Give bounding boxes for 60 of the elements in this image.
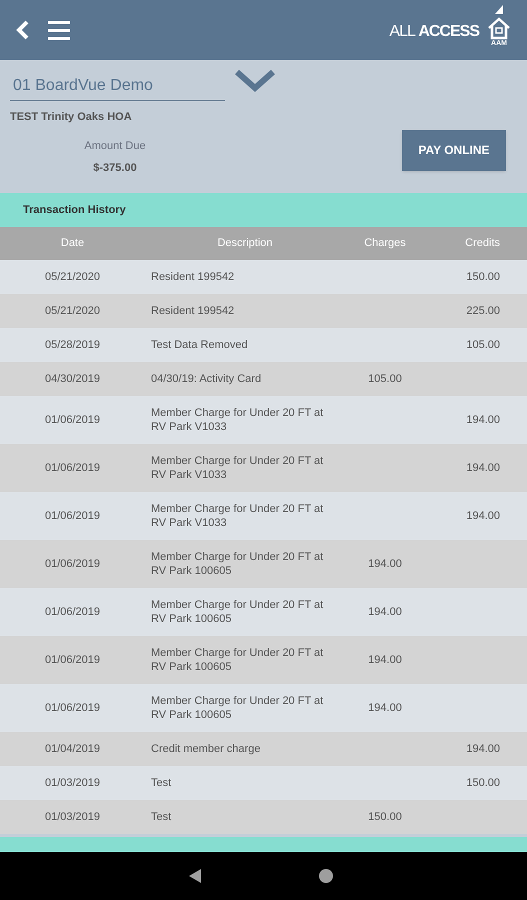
- chevron-down-icon[interactable]: [235, 68, 275, 92]
- table-cell-text: 194.00: [367, 653, 403, 667]
- table-cell-text: Test: [150, 776, 172, 790]
- table-cell-text: 04/30/19: Activity Card: [150, 372, 262, 386]
- back-nav-icon[interactable]: [188, 869, 200, 883]
- table-cell-text: 05/28/2019: [44, 338, 102, 352]
- pay-online-button[interactable]: PAY ONLINE: [402, 130, 506, 170]
- column-header: Credits: [464, 236, 501, 252]
- table-cell-text: 150.00: [465, 776, 501, 790]
- table-cell-text: Resident 199542: [150, 304, 236, 318]
- table-cell-text: Test: [150, 810, 172, 824]
- table-cell-text: Member Charge for Under 20 FT at RV Park 100605: [150, 694, 324, 722]
- home-nav-icon[interactable]: [318, 869, 332, 883]
- table-cell-text: 01/06/2019: [44, 509, 102, 523]
- table-cell-text: 194.00: [465, 509, 501, 523]
- table-cell-text: 01/06/2019: [44, 605, 102, 619]
- table-cell-text: 194.00: [367, 701, 403, 715]
- table-cell-text: 01/06/2019: [44, 557, 102, 571]
- back-icon[interactable]: [16, 20, 30, 40]
- amount-value: $-375.00: [93, 161, 137, 176]
- table-cell-text: 194.00: [367, 557, 403, 571]
- table-cell-text: 01/03/2019: [44, 810, 102, 824]
- table-cell-text: Credit member charge: [150, 742, 262, 756]
- column-header: Date: [60, 236, 86, 252]
- table-cell-text: 05/21/2020: [44, 304, 102, 318]
- table-cell-text: Member Charge for Under 20 FT at RV Park 100605: [150, 550, 324, 578]
- table-cell-text: 105.00: [367, 372, 403, 386]
- table-cell-text: 04/30/2019: [44, 372, 102, 386]
- table-cell-text: 01/04/2019: [44, 742, 102, 756]
- table-cell-text: 01/03/2019: [44, 776, 102, 790]
- account-dropdown[interactable]: 01 BoardVue Demo: [10, 74, 225, 101]
- table-cell-text: 05/21/2020: [44, 270, 102, 284]
- column-header: Description: [216, 236, 274, 252]
- association-name: TEST Trinity Oaks HOA: [10, 110, 133, 125]
- table-cell-text: Member Charge for Under 20 FT at RV Park 100605: [150, 598, 324, 626]
- table-cell-text: 150.00: [367, 810, 403, 824]
- table-cell-text: 01/06/2019: [44, 413, 102, 427]
- table-cell-text: 01/06/2019: [44, 701, 102, 715]
- table-cell-text: 194.00: [367, 605, 403, 619]
- table-cell-text: 194.00: [465, 413, 501, 427]
- table-cell-text: Member Charge for Under 20 FT at RV Park 100605: [150, 646, 324, 674]
- section-title: Transaction History: [23, 202, 126, 218]
- column-header: Charges: [363, 236, 407, 252]
- table-cell-text: Resident 199542: [150, 270, 236, 284]
- table-cell-text: 01/06/2019: [44, 653, 102, 667]
- table-cell-text: Test Data Removed: [150, 338, 249, 352]
- table-cell-text: 105.00: [465, 338, 501, 352]
- amount-label: Amount Due: [84, 138, 146, 154]
- house-icon: [487, 16, 511, 40]
- menu-icon[interactable]: [48, 20, 70, 40]
- table-cell-text: 225.00: [465, 304, 501, 318]
- table-cell-text: Member Charge for Under 20 FT at RV Park V1033: [150, 454, 324, 482]
- brand-name: ALL ACCESS: [389, 22, 479, 42]
- table-cell-text: Member Charge for Under 20 FT at RV Park V1033: [150, 502, 324, 530]
- table-cell-text: 150.00: [465, 270, 501, 284]
- table-cell-text: 194.00: [465, 461, 501, 475]
- table-cell-text: Member Charge for Under 20 FT at RV Park V1033: [150, 406, 324, 434]
- signal-icon: [495, 5, 503, 14]
- table-cell-text: 01/06/2019: [44, 461, 102, 475]
- table-cell-text: 194.00: [465, 742, 501, 756]
